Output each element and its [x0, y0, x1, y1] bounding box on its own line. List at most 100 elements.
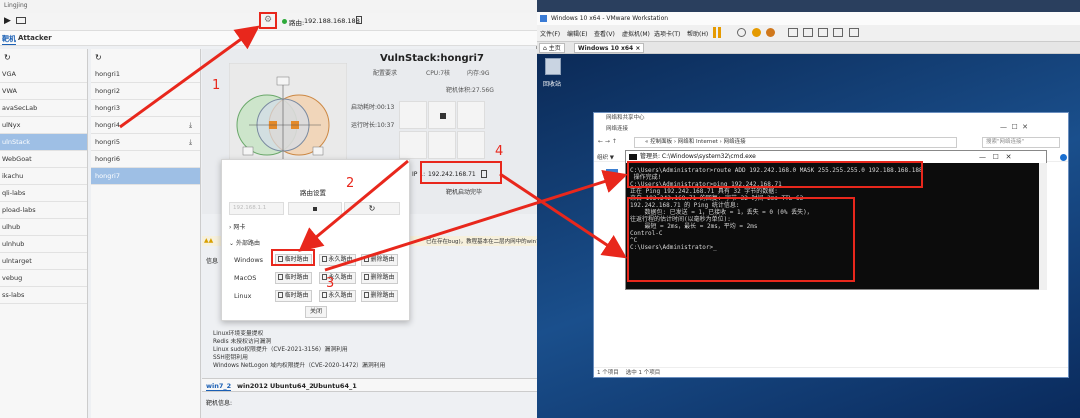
refresh-route-button[interactable]: ↻: [344, 202, 400, 215]
sidebar-item[interactable]: ss-labs: [0, 287, 87, 304]
list-item: Redis 未授权访问漏洞: [213, 339, 272, 345]
thumbnail-icon[interactable]: [803, 28, 813, 37]
sidebar-item[interactable]: pload-labs: [0, 202, 87, 219]
menu-tabs[interactable]: 选项卡(T): [654, 29, 680, 38]
host-item[interactable]: hongri4 ⤓: [91, 117, 200, 134]
windows-perm-route-button[interactable]: 永久路由: [319, 254, 356, 266]
sidebar-item[interactable]: ulnhub: [0, 236, 87, 253]
annotation-number: 3: [326, 276, 335, 291]
tab-targets[interactable]: 靶机: [2, 34, 16, 45]
annotation-box-ip: [420, 161, 502, 184]
manage-icon[interactable]: [766, 28, 775, 37]
linux-temp-route-button[interactable]: 临时路由: [275, 290, 312, 302]
list-item: SSH密钥利用: [213, 355, 248, 361]
action-button[interactable]: [399, 131, 427, 159]
menu-help[interactable]: 帮助(H): [687, 29, 708, 38]
download-icon[interactable]: ⤓: [189, 121, 196, 129]
start-button[interactable]: [399, 101, 427, 129]
host-list: ↻ hongri1 hongri2 hongri3 hongri4 ⤓ hongri5 ⤓ h…: [91, 49, 201, 418]
sidebar-item[interactable]: ulntarget: [0, 253, 87, 270]
macos-perm-route-button[interactable]: 永久路由: [319, 272, 356, 284]
close-button[interactable]: 关闭: [305, 306, 327, 318]
explorer-status: 1 个项目 选中 1 个项目: [594, 367, 1068, 378]
tab-win10[interactable]: Windows 10 x64 ×: [574, 43, 645, 53]
cpu-value: CPU:7核: [426, 70, 451, 77]
help-icon[interactable]: [1060, 154, 1067, 161]
host-item[interactable]: hongri1: [91, 66, 200, 83]
sidebar-item[interactable]: ulNyx: [0, 117, 87, 134]
console-icon[interactable]: [849, 28, 859, 37]
ext-route-section[interactable]: ⌄ 外部路由: [229, 238, 260, 247]
monitor-icon[interactable]: [16, 17, 26, 24]
sidebar-item[interactable]: WebGoat: [0, 151, 87, 168]
host-item-label: hongri7: [95, 172, 120, 180]
action-button[interactable]: [428, 131, 456, 159]
host-item[interactable]: hongri6: [91, 151, 200, 168]
annotation-number: 1: [212, 78, 221, 93]
tab-ubuntu64-2[interactable]: Ubuntu64_2: [270, 382, 314, 390]
stop-button[interactable]: [428, 101, 456, 129]
menu-file[interactable]: 文件(F): [540, 29, 560, 38]
window-controls[interactable]: — ☐ ✕: [1000, 123, 1028, 131]
list-item: Linux环境变量提权: [213, 331, 264, 337]
refresh-icon[interactable]: ↻: [91, 49, 200, 66]
os-linux: Linux: [234, 292, 252, 300]
unity-icon[interactable]: [833, 28, 843, 37]
sidebar-item[interactable]: VGA: [0, 66, 87, 83]
refresh-icon[interactable]: ↻: [0, 49, 87, 66]
ip-select[interactable]: 192.168.1.1: [229, 202, 284, 215]
windows-del-route-button[interactable]: 删除路由: [361, 254, 398, 266]
sidebar-icon[interactable]: [788, 28, 798, 37]
linux-perm-route-button[interactable]: 永久路由: [319, 290, 356, 302]
pause-icon[interactable]: [718, 27, 721, 38]
refresh-button[interactable]: [457, 101, 485, 129]
sidebar-item[interactable]: vebug: [0, 270, 87, 287]
network-adapter-icon[interactable]: [606, 169, 618, 183]
host-item[interactable]: hongri5 ⤓: [91, 134, 200, 151]
snapshot-icon[interactable]: [737, 28, 746, 37]
menu-edit[interactable]: 编辑(E): [567, 29, 587, 38]
list-item: Windows NetLogon 域内权限提升（CVE-2020-1472）漏洞…: [213, 363, 386, 369]
linux-del-route-button[interactable]: 删除路由: [361, 290, 398, 302]
sidebar-item[interactable]: ulnStack: [0, 134, 87, 151]
download-icon[interactable]: ⤓: [189, 138, 196, 146]
menu-view[interactable]: 查看(V): [594, 29, 615, 38]
fullscreen-icon[interactable]: [818, 28, 828, 37]
macos-del-route-button[interactable]: 删除路由: [361, 272, 398, 284]
window-controls[interactable]: — ☐ ✕: [979, 151, 1012, 163]
nav-arrows[interactable]: ← → ↑: [598, 138, 617, 145]
play-icon[interactable]: ▶: [4, 16, 11, 26]
menu-vm[interactable]: 虚拟机(M): [622, 29, 650, 38]
tab-home[interactable]: ⌂ 主页: [539, 43, 565, 53]
sidebar-item[interactable]: qli-labs: [0, 185, 87, 202]
address-bar[interactable]: « 控制面板 › 网络和 Internet › 网络连接: [634, 137, 957, 148]
cmd-scrollbar[interactable]: [1039, 163, 1047, 290]
tab-win7-2[interactable]: win7_2: [206, 382, 232, 391]
pause-icon[interactable]: [713, 27, 716, 38]
host-item[interactable]: hongri7: [91, 168, 200, 185]
sidebar-item[interactable]: ulhub: [0, 219, 87, 236]
vmware-logo-icon: [540, 15, 547, 22]
list-item: Linux sudo权限提升（CVE-2021-3156）漏洞利用: [213, 347, 348, 353]
info-label: 信息: [206, 258, 219, 265]
sidebar-item[interactable]: ikachu: [0, 168, 87, 185]
sidebar-item[interactable]: avaSecLab: [0, 100, 87, 117]
host-item[interactable]: hongri2: [91, 83, 200, 100]
macos-temp-route-button[interactable]: 临时路由: [275, 272, 312, 284]
warning-text: 已在存在bug)，教程基本在二层内网中的win7: [426, 239, 540, 245]
nic-section[interactable]: › 网卡: [229, 222, 245, 231]
tab-win2012[interactable]: win2012: [237, 382, 268, 390]
cmd-icon: [629, 154, 637, 160]
recycle-bin-icon[interactable]: [545, 58, 561, 75]
organize-menu[interactable]: 组织 ▼: [597, 153, 614, 161]
copy-icon[interactable]: [356, 16, 362, 24]
tab-ubuntu64-1[interactable]: Ubuntu64_1: [313, 382, 357, 390]
stop-route-button[interactable]: [288, 202, 342, 215]
tab-attacker[interactable]: Attacker: [18, 34, 52, 42]
sidebar-item[interactable]: VWA: [0, 83, 87, 100]
revert-icon[interactable]: [752, 28, 761, 37]
action-button[interactable]: [457, 131, 485, 159]
host-item[interactable]: hongri3: [91, 100, 200, 117]
vmware-menu-bar: 文件(F) 编辑(E) 查看(V) 虚拟机(M) 选项卡(T) 帮助(H): [537, 25, 1080, 42]
explorer-search[interactable]: 搜索"网络连接": [982, 137, 1060, 148]
